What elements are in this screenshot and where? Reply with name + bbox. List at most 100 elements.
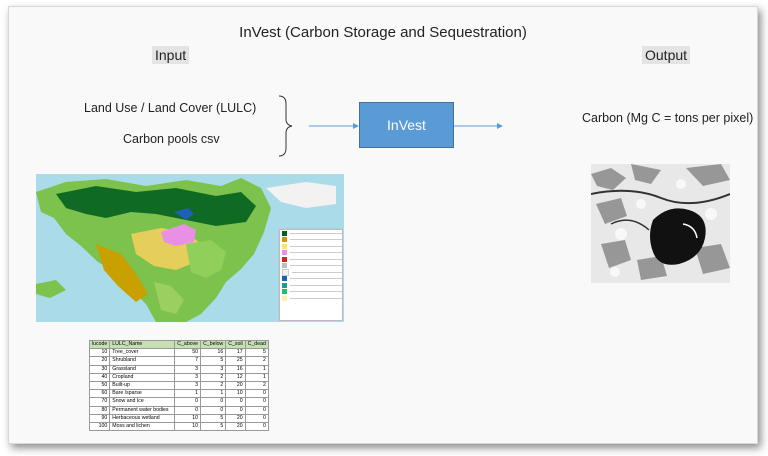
col-header: LULC_Name [109, 339, 176, 350]
cell: 0 [244, 413, 269, 423]
legend-swatch [282, 230, 287, 236]
cell: Built-up [109, 380, 176, 391]
col-header: C_dead [244, 339, 269, 350]
col-header: C_below [200, 339, 227, 350]
legend-swatch [282, 256, 287, 262]
lulc-legend [279, 229, 343, 321]
cell: 10 [88, 348, 111, 358]
table-row: 30 Grassland 3 3 16 1 [88, 364, 269, 374]
cell: 2 [200, 380, 227, 391]
cell: 2 [244, 356, 269, 366]
output-arrow-head [497, 123, 503, 129]
cell: 70 [88, 397, 111, 407]
cell: 5 [200, 421, 227, 432]
cell: 1 [200, 389, 227, 399]
cell: 0 [174, 405, 202, 415]
cell: Grassland [109, 364, 176, 374]
input-brace [278, 95, 293, 157]
legend-swatch [282, 237, 287, 243]
cell: 3 [174, 364, 202, 374]
cell: 10 [174, 421, 202, 432]
cell: 80 [88, 405, 111, 415]
input-carbon-pools-label: Carbon pools csv [123, 132, 220, 146]
cell: 16 [200, 348, 227, 358]
cell: 10 [225, 389, 246, 399]
table-row: 40 Cropland 3 2 12 1 [88, 372, 269, 382]
table-row: 70 Snow and Ice 0 0 0 0 [88, 397, 269, 407]
cell: Bare /sparse [109, 389, 176, 399]
slide: InVest (Carbon Storage and Sequestration… [8, 6, 758, 444]
cell: Tree_cover [109, 348, 176, 358]
cell: 100 [88, 421, 111, 432]
input-lulc-label: Land Use / Land Cover (LULC) [84, 101, 257, 115]
carbon-table-body: 10 Tree_cover 50 16 17 5 20 Shrubland 7 5 25 2 30 G… [88, 348, 269, 432]
carbon-pools-table: lucode LULC_Name C_above C_below C_soil … [88, 339, 269, 432]
slide-title: InVest (Carbon Storage and Sequestration… [239, 24, 527, 41]
cell: 5 [200, 356, 227, 366]
cell: Herbaceous wetland [109, 413, 176, 423]
cell: Cropland [109, 372, 176, 382]
cell: 0 [244, 421, 269, 432]
table-row: 50 Built-up 3 2 20 2 [88, 380, 269, 391]
cell: 1 [244, 364, 269, 374]
cell: 20 [225, 421, 246, 432]
col-header: C_soil [225, 339, 246, 350]
cell: 0 [225, 397, 246, 407]
cell: 16 [225, 364, 246, 374]
cell: 1 [244, 372, 269, 382]
table-row: 90 Herbaceous wetland 10 5 20 0 [88, 413, 269, 423]
cell: 3 [200, 364, 227, 374]
legend-swatch [282, 282, 287, 288]
cell: 0 [244, 405, 269, 415]
table-row: 20 Shrubland 7 5 25 2 [88, 356, 269, 366]
cell: 0 [244, 389, 269, 399]
cell: 5 [244, 348, 269, 358]
output-carbon-label: Carbon (Mg C = tons per pixel) [582, 111, 754, 125]
cell: 0 [225, 405, 246, 415]
cell: 40 [88, 372, 111, 382]
cell: 2 [244, 380, 269, 391]
table-row: 60 Bare /sparse 1 1 10 0 [88, 389, 269, 399]
cell: Moss and lichen [109, 421, 176, 432]
cell: 20 [225, 380, 246, 391]
cell: 25 [225, 356, 246, 366]
lulc-map-image [36, 174, 344, 322]
cell: 0 [200, 405, 227, 415]
input-header: Input [152, 46, 190, 64]
cell: 17 [225, 348, 246, 358]
cell: 0 [174, 397, 202, 407]
cell: 12 [225, 372, 246, 382]
legend-swatch [282, 276, 287, 282]
table-row: 10 Tree_cover 50 16 17 5 [88, 348, 269, 358]
cell: 2 [200, 372, 227, 382]
cell: Snow and Ice [109, 397, 176, 407]
cell: 5 [200, 413, 227, 423]
cell: 1 [174, 389, 202, 399]
cell: Shrubland [109, 356, 176, 366]
cell: 3 [174, 380, 202, 391]
cell: 0 [200, 397, 227, 407]
table-header-row: lucode LULC_Name C_above C_below C_soil … [88, 339, 269, 350]
output-header: Output [642, 46, 691, 64]
cell: Permanent water bodies [109, 405, 176, 415]
cell: 50 [88, 380, 111, 391]
carbon-output-raster-image [591, 164, 730, 283]
carbon-raster [591, 164, 730, 283]
legend-swatch [282, 243, 287, 249]
cell: 30 [88, 364, 111, 374]
table-row: 100 Moss and lichen 10 5 20 0 [88, 421, 269, 432]
legend-swatch [282, 268, 289, 276]
cell: 0 [244, 397, 269, 407]
cell: 50 [174, 348, 202, 358]
col-header: C_above [174, 339, 202, 350]
cell: 10 [174, 413, 202, 423]
cell: 60 [88, 389, 111, 399]
col-header: lucode [88, 339, 111, 350]
cell: 20 [88, 356, 111, 366]
legend-swatch [282, 289, 287, 295]
invest-process-box: InVest [359, 102, 454, 148]
cell: 90 [88, 413, 111, 423]
table-row: 80 Permanent water bodies 0 0 0 0 [88, 405, 269, 415]
legend-swatch [282, 250, 287, 256]
cell: 3 [174, 372, 202, 382]
